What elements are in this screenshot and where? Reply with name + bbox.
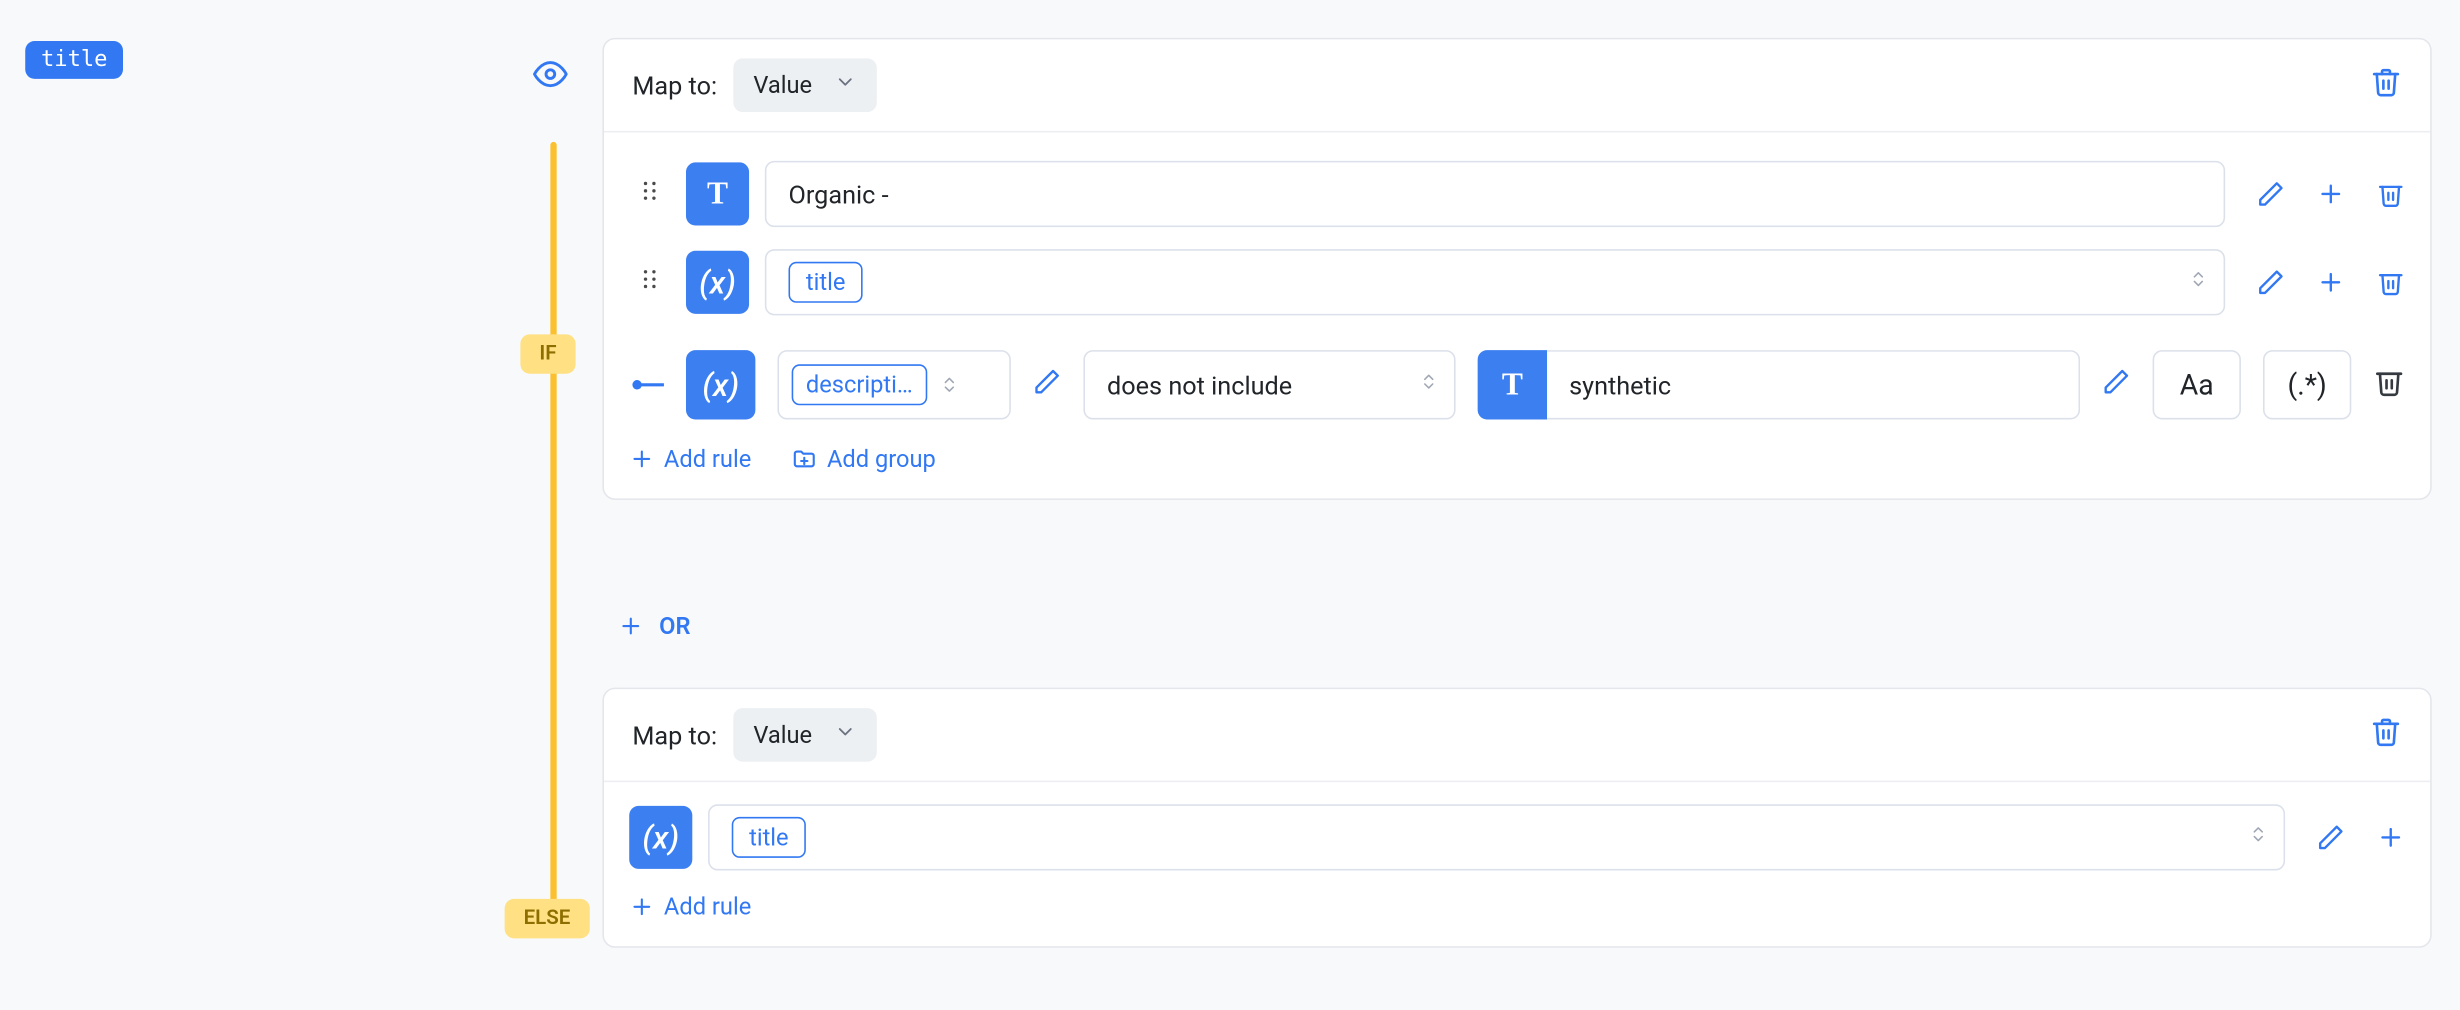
value-row: T Organic - <box>629 161 2405 227</box>
delete-row-button[interactable] <box>2377 180 2405 208</box>
preview-eye-icon[interactable] <box>533 57 568 98</box>
or-label: OR <box>659 612 690 640</box>
edit-row-button[interactable] <box>2317 823 2345 851</box>
condition-value-input[interactable]: synthetic <box>1547 350 2080 419</box>
add-or-branch-button[interactable]: OR <box>618 612 690 640</box>
edit-condition-variable-button[interactable] <box>1033 367 1061 402</box>
condition-row: (x) descripti… does not include T <box>629 350 2405 419</box>
map-to-select[interactable]: Value <box>733 708 877 762</box>
drag-handle-icon[interactable] <box>629 263 670 301</box>
if-tag: IF <box>520 334 575 373</box>
regex-toggle[interactable]: (.*) <box>2263 350 2351 419</box>
variable-select[interactable]: title <box>765 249 2225 315</box>
add-rule-button[interactable]: Add rule <box>629 445 751 473</box>
map-to-value: Value <box>753 721 812 749</box>
edit-row-button[interactable] <box>2257 268 2285 296</box>
variable-select[interactable]: title <box>708 804 2285 870</box>
map-to-label: Map to: <box>632 70 717 100</box>
chevron-down-icon <box>834 71 856 99</box>
text-value-input[interactable]: Organic - <box>765 161 2225 227</box>
condition-variable-select[interactable]: descripti… <box>777 350 1010 419</box>
add-row-button[interactable] <box>2317 268 2345 296</box>
text-value: Organic - <box>789 179 889 209</box>
stepper-icon <box>2249 820 2268 855</box>
add-rule-label: Add rule <box>664 893 751 921</box>
map-to-label: Map to: <box>632 720 717 750</box>
delete-condition-button[interactable] <box>2373 366 2405 404</box>
case-sensitive-toggle[interactable]: Aa <box>2153 350 2241 419</box>
drag-handle-icon[interactable] <box>629 175 670 213</box>
stepper-icon <box>939 371 958 399</box>
delete-card-button[interactable] <box>2370 716 2402 754</box>
add-row-button[interactable] <box>2317 180 2345 208</box>
condition-operator-select[interactable]: does not include <box>1083 350 1455 419</box>
condition-operator-label: does not include <box>1107 370 1292 400</box>
map-to-select[interactable]: Value <box>733 58 877 112</box>
delete-row-button[interactable] <box>2377 268 2405 296</box>
add-row-button[interactable] <box>2377 823 2405 851</box>
else-tag: ELSE <box>505 899 590 938</box>
value-row: (x) title <box>629 249 2405 315</box>
variable-block-icon: (x) <box>686 350 755 419</box>
condition-value-wrap: T synthetic <box>1478 350 2080 419</box>
add-rule-button[interactable]: Add rule <box>629 893 751 921</box>
condition-bullet-icon <box>629 377 664 393</box>
field-title-text: title <box>41 47 107 72</box>
variable-chip: title <box>789 262 863 303</box>
regex-label: (.*) <box>2287 368 2326 401</box>
value-row: (x) title <box>629 804 2405 870</box>
add-group-label: Add group <box>827 445 936 473</box>
add-rule-label: Add rule <box>664 445 751 473</box>
edit-row-button[interactable] <box>2257 180 2285 208</box>
map-to-value: Value <box>753 71 812 99</box>
stepper-icon <box>2189 265 2208 300</box>
condition-variable-chip: descripti… <box>792 364 927 405</box>
condition-value-text: synthetic <box>1569 370 1671 400</box>
card-header: Map to: Value <box>604 689 2430 782</box>
mapping-card-else: Map to: Value (x) title <box>602 688 2431 948</box>
chevron-down-icon <box>834 721 856 749</box>
variable-block-icon: (x) <box>629 806 692 869</box>
text-block-icon: T <box>1478 350 1547 419</box>
edit-condition-value-button[interactable] <box>2102 367 2130 402</box>
add-group-button[interactable]: Add group <box>792 445 936 473</box>
text-block-icon: T <box>686 162 749 225</box>
stepper-icon <box>1419 367 1438 402</box>
mapping-card-if: Map to: Value T Organic - <box>602 38 2431 500</box>
field-title-pill[interactable]: title <box>25 41 123 79</box>
connector-line <box>550 142 556 915</box>
case-sensitive-label: Aa <box>2180 368 2214 401</box>
variable-chip: title <box>732 817 806 858</box>
card-header: Map to: Value <box>604 39 2430 132</box>
delete-card-button[interactable] <box>2370 66 2402 104</box>
variable-block-icon: (x) <box>686 251 749 314</box>
